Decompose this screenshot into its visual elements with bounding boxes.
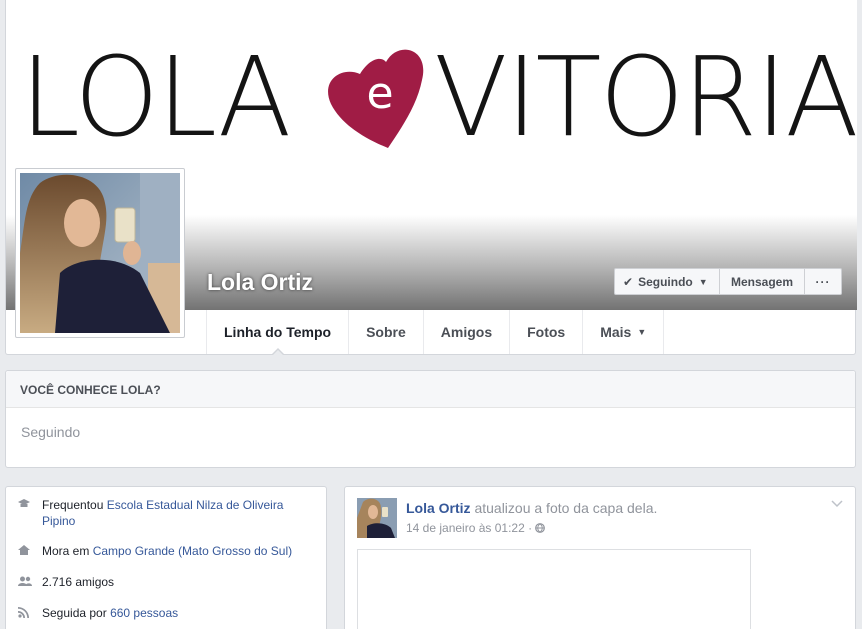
post-options-chevron-icon[interactable] — [831, 497, 843, 511]
intro-education: Frequentou Escola Estadual Nilza de Oliv… — [18, 497, 314, 529]
rss-icon — [18, 605, 42, 622]
profile-name[interactable]: Lola Ortiz — [207, 269, 313, 296]
know-person-status: Seguindo — [21, 424, 81, 440]
home-icon — [18, 543, 42, 560]
post-action-text: atualizou a foto da capa dela. — [474, 500, 658, 516]
school-icon — [18, 497, 42, 529]
profile-tabs: Linha do Tempo Sobre Amigos Fotos Mais ▼ — [206, 310, 665, 356]
know-person-title: VOCÊ CONHECE LOLA? — [6, 371, 855, 408]
following-button[interactable]: ✔ Seguindo ▼ — [614, 268, 720, 295]
tab-about[interactable]: Sobre — [349, 310, 424, 354]
profile-actions: ✔ Seguindo ▼ Mensagem ··· — [614, 268, 842, 295]
following-label: Seguindo — [638, 274, 693, 289]
tab-friends[interactable]: Amigos — [424, 310, 511, 354]
cover-logo-right-text: VITORIA — [434, 33, 857, 161]
education-prefix: Frequentou — [42, 498, 104, 512]
tab-timeline[interactable]: Linha do Tempo — [207, 310, 350, 356]
friends-icon — [18, 574, 42, 591]
followers-link[interactable]: 660 pessoas — [110, 606, 178, 620]
profile-picture[interactable] — [15, 168, 185, 338]
intro-location: Mora em Campo Grande (Mato Grosso do Sul… — [18, 543, 314, 560]
post-photo[interactable] — [357, 549, 751, 629]
post-meta: 14 de janeiro às 01:22 · — [406, 521, 546, 535]
cover-logo-heart-letter: e — [366, 68, 394, 119]
check-icon: ✔ — [623, 274, 634, 289]
intro-card: Frequentou Escola Estadual Nilza de Oliv… — [5, 486, 327, 629]
location-prefix: Mora em — [42, 544, 90, 558]
post-header: Lola Ortiz atualizou a foto da capa dela… — [406, 500, 657, 516]
location-link[interactable]: Campo Grande (Mato Grosso do Sul) — [93, 544, 292, 558]
post-author-avatar[interactable] — [357, 498, 397, 538]
tab-timeline-label: Linha do Tempo — [224, 324, 332, 340]
globe-icon[interactable] — [535, 521, 546, 535]
tab-photos[interactable]: Fotos — [510, 310, 584, 354]
intro-followers: Seguida por 660 pessoas — [18, 605, 314, 622]
tab-more-label: Mais — [600, 324, 632, 340]
tab-friends-label: Amigos — [440, 324, 493, 340]
followers-prefix: Seguida por — [42, 606, 107, 620]
timeline-post: Lola Ortiz atualizou a foto da capa dela… — [344, 486, 856, 629]
caret-down-icon: ▼ — [698, 276, 708, 287]
know-person-card: VOCÊ CONHECE LOLA? Seguindo — [5, 370, 856, 468]
more-options-button[interactable]: ··· — [805, 268, 842, 295]
tab-about-label: Sobre — [366, 324, 406, 340]
caret-down-icon: ▼ — [637, 327, 647, 337]
intro-friends: 2.716 amigos — [18, 574, 314, 591]
tab-photos-label: Fotos — [527, 324, 566, 340]
friends-count[interactable]: 2.716 amigos — [42, 574, 114, 591]
profile-photo-image — [20, 173, 180, 333]
message-button[interactable]: Mensagem — [720, 268, 805, 295]
post-timestamp[interactable]: 14 de janeiro às 01:22 — [406, 521, 525, 535]
post-author-name[interactable]: Lola Ortiz — [406, 500, 471, 516]
tab-more[interactable]: Mais ▼ — [583, 310, 665, 354]
cover-logo-left-text: LOLA — [20, 33, 291, 161]
